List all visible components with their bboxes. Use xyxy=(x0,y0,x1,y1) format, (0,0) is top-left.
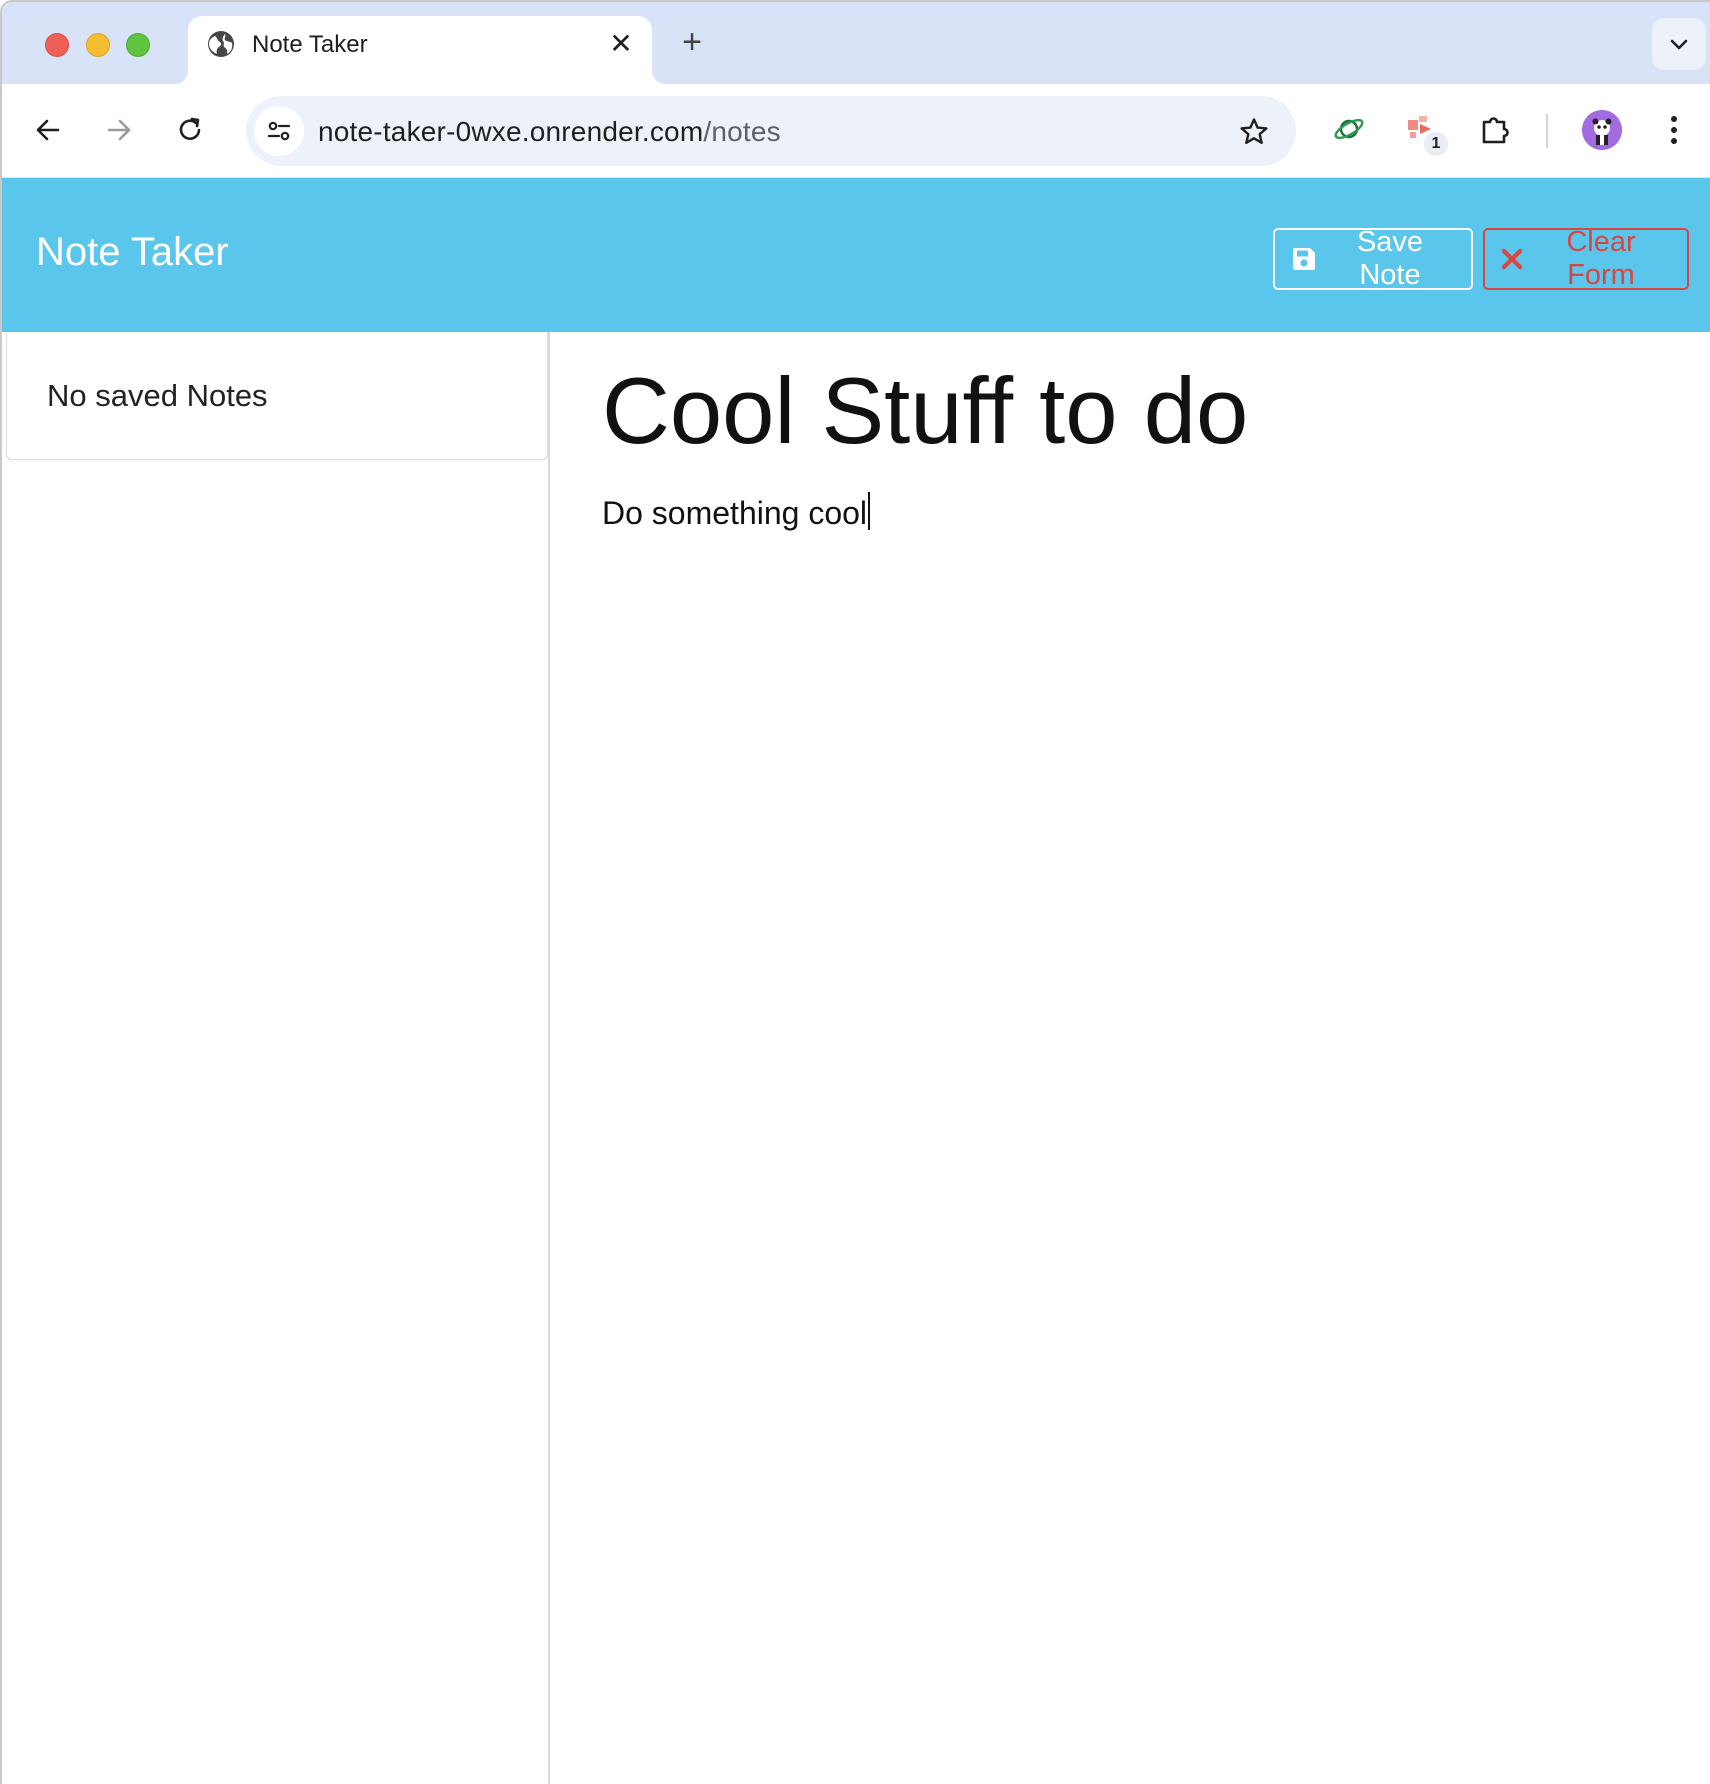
save-note-label: Save Note xyxy=(1356,226,1424,291)
address-bar[interactable]: note-taker-0wxe.onrender.com/notes xyxy=(246,96,1296,166)
profile-avatar[interactable] xyxy=(1582,110,1622,150)
maximize-window-button[interactable] xyxy=(126,33,150,57)
url-text[interactable]: note-taker-0wxe.onrender.com/notes xyxy=(318,116,781,148)
save-note-button[interactable]: Save Note xyxy=(1273,226,1473,291)
planet-extension-icon[interactable] xyxy=(1326,106,1372,152)
forward-button[interactable] xyxy=(97,108,141,152)
tune-icon xyxy=(267,121,291,141)
app-brand[interactable]: Note Taker xyxy=(36,230,229,275)
reload-icon xyxy=(179,117,201,140)
empty-notes-message: No saved Notes xyxy=(47,378,268,413)
clear-form-button[interactable]: Clear Form xyxy=(1483,226,1689,291)
close-window-button[interactable] xyxy=(45,33,69,57)
clear-form-label: Clear Form xyxy=(1566,226,1636,291)
three-dots-vertical-icon xyxy=(1671,116,1677,144)
browser-toolbar: note-taker-0wxe.onrender.com/notes 1 xyxy=(2,84,1710,178)
browser-menu-button[interactable] xyxy=(1654,110,1694,150)
panda-avatar-icon xyxy=(1582,110,1622,150)
text-caret xyxy=(868,492,871,530)
note-editor: Do something cool xyxy=(552,332,1710,1784)
note-body-text: Do something cool xyxy=(602,495,868,531)
url-host: note-taker-0wxe.onrender.com xyxy=(318,116,704,147)
browser-window: Note Taker ✕ + note-taker-0wxe.onrender.… xyxy=(0,0,1710,1784)
reload-button[interactable] xyxy=(168,108,212,152)
globe-icon xyxy=(206,29,236,59)
arrow-right-icon xyxy=(107,119,131,141)
bookmark-star-button[interactable] xyxy=(1234,112,1274,152)
notes-sidebar: No saved Notes xyxy=(2,332,550,1784)
note-body-textarea[interactable]: Do something cool xyxy=(602,492,871,532)
note-title-input[interactable] xyxy=(602,356,1682,466)
back-button[interactable] xyxy=(26,108,70,152)
arrow-left-icon xyxy=(36,119,60,141)
x-icon xyxy=(1501,248,1523,270)
url-path: /notes xyxy=(703,116,781,147)
tab-search-button[interactable] xyxy=(1652,18,1706,70)
tab-note-taker[interactable]: Note Taker ✕ xyxy=(174,16,666,84)
new-tab-button[interactable]: + xyxy=(674,23,710,61)
floppy-disk-icon xyxy=(1291,246,1317,272)
extension-badge: 1 xyxy=(1424,132,1448,156)
tab-close-icon[interactable]: ✕ xyxy=(604,26,638,60)
chevron-down-icon xyxy=(1670,39,1688,50)
extensions-puzzle-icon[interactable] xyxy=(1472,106,1518,152)
tab-title: Note Taker xyxy=(252,31,368,58)
star-icon xyxy=(1240,118,1268,144)
tab-strip: Note Taker ✕ + xyxy=(2,2,1710,84)
minimize-window-button[interactable] xyxy=(86,33,110,57)
app-navbar: Note Taker Save Note Clear Form xyxy=(2,178,1710,332)
toolbar-divider xyxy=(1546,114,1548,148)
site-info-button[interactable] xyxy=(254,106,304,156)
puzzle-red-extension-icon[interactable]: 1 xyxy=(1396,106,1448,156)
notes-list: No saved Notes xyxy=(6,332,548,460)
